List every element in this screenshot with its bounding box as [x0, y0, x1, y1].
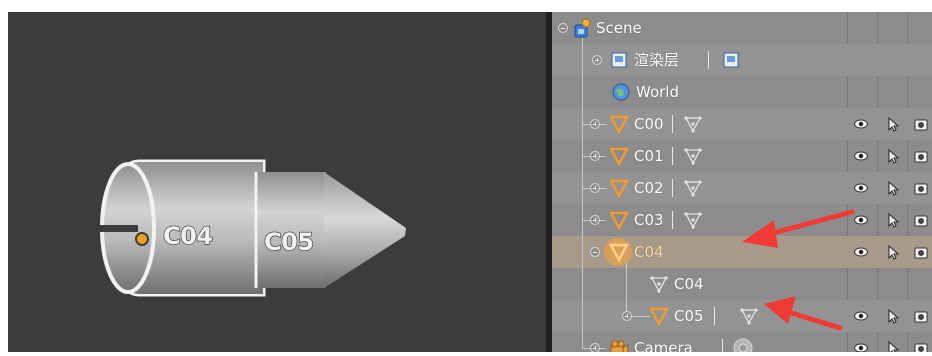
outliner-row-world[interactable]	[552, 76, 932, 108]
object-label-c05: C05	[674, 307, 704, 325]
viewport-canvas: C04 C05	[100, 159, 406, 297]
object-label-c02: C02	[634, 179, 664, 197]
eye-icon[interactable]	[853, 116, 869, 132]
render-camera-icon[interactable]	[913, 148, 929, 164]
origin-dot	[135, 232, 149, 246]
render-camera-icon[interactable]	[913, 212, 929, 228]
expand-toggle[interactable]	[622, 311, 632, 321]
separator	[672, 147, 673, 165]
render-camera-icon[interactable]	[913, 116, 929, 132]
cursor-arrow-icon[interactable]	[885, 308, 901, 324]
mesh-object-icon	[649, 307, 669, 327]
mesh-data-icon	[650, 276, 668, 293]
outliner-panel[interactable]: Scene 渲染层 World C00 C01 C02 C03 C04 C04 …	[552, 12, 932, 352]
separator	[722, 339, 723, 352]
cursor-arrow-icon[interactable]	[885, 340, 901, 352]
scene-icon	[574, 18, 591, 38]
render-layer-icon	[611, 52, 627, 68]
separator	[672, 179, 673, 197]
viewport-label-c04: C04	[163, 222, 213, 250]
cursor-arrow-icon[interactable]	[885, 148, 901, 164]
camera-object-icon	[610, 340, 629, 352]
mesh-object-icon	[609, 147, 629, 167]
mesh-object-icon	[609, 243, 629, 263]
object-label-c03: C03	[634, 211, 664, 229]
render-camera-icon[interactable]	[913, 244, 929, 260]
annotation-arrows	[742, 209, 855, 331]
mesh-data-icon[interactable]	[682, 177, 704, 199]
separator	[672, 115, 673, 133]
expand-toggle[interactable]	[590, 151, 600, 161]
mesh-object-icon	[609, 179, 629, 199]
separator	[672, 211, 673, 229]
mesh-data-icon[interactable]	[682, 145, 704, 167]
object-label-c04: C04	[634, 243, 664, 261]
expand-toggle[interactable]	[590, 343, 600, 352]
camera-label: Camera	[634, 339, 693, 352]
collapse-toggle[interactable]	[558, 23, 568, 33]
cursor-arrow-icon[interactable]	[885, 244, 901, 260]
render-camera-icon[interactable]	[913, 308, 929, 324]
render-layer-data-icon[interactable]	[720, 49, 742, 71]
eye-icon[interactable]	[853, 340, 869, 352]
cursor-arrow-icon[interactable]	[885, 212, 901, 228]
expand-toggle[interactable]	[590, 183, 600, 193]
mesh-data-icon[interactable]	[682, 209, 704, 231]
viewport-label-c05: C05	[264, 228, 314, 256]
separator	[708, 51, 709, 69]
object-label-c00: C00	[634, 115, 664, 133]
cursor-arrow-icon[interactable]	[885, 180, 901, 196]
cursor-arrow-icon[interactable]	[885, 116, 901, 132]
tree-line	[582, 34, 583, 348]
3d-viewport[interactable]: C04 C05	[8, 12, 546, 352]
mesh-object-icon	[609, 115, 629, 135]
mesh-object-icon	[609, 211, 629, 231]
expand-toggle[interactable]	[590, 119, 600, 129]
render-layers-label: 渲染层	[634, 51, 680, 69]
mesh-data-icon[interactable]	[682, 113, 704, 135]
world-icon	[612, 83, 630, 101]
render-camera-icon[interactable]	[913, 180, 929, 196]
separator	[714, 307, 715, 325]
scene-label: Scene	[596, 19, 642, 37]
screenshot: C04 C05 Scene 渲染层 World C00 C01 C02 C03 …	[0, 0, 932, 356]
eye-icon[interactable]	[853, 148, 869, 164]
expand-toggle[interactable]	[590, 215, 600, 225]
tree-line	[626, 260, 627, 316]
world-label: World	[636, 83, 679, 101]
eye-icon[interactable]	[853, 180, 869, 196]
collapse-toggle[interactable]	[590, 247, 600, 257]
render-camera-icon[interactable]	[913, 340, 929, 352]
object-label-c01: C01	[634, 147, 664, 165]
expand-toggle[interactable]	[592, 55, 602, 65]
mesh-data-label-c04: C04	[674, 275, 704, 293]
